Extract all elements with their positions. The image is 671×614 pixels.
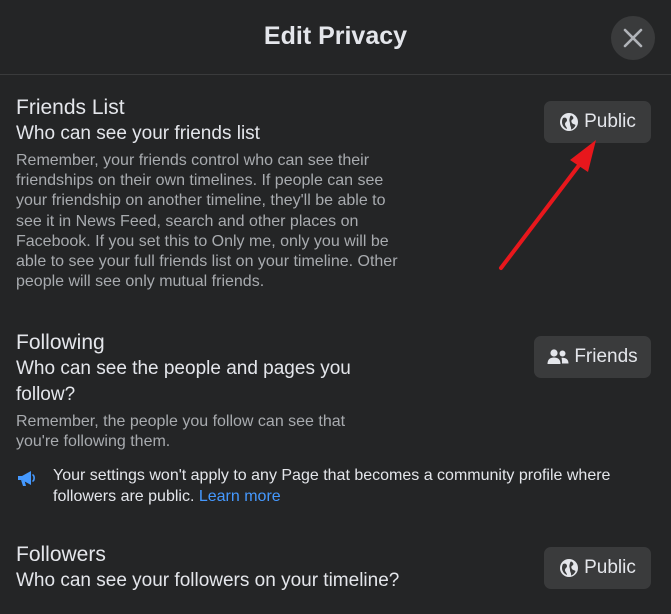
following-subtitle: Who can see the people and pages you fol… (16, 358, 351, 405)
friends-icon (547, 348, 569, 366)
followers-audience-button[interactable]: Public (544, 547, 651, 589)
friends-list-subtitle: Who can see your friends list (16, 123, 260, 144)
friends-list-audience-label: Public (584, 111, 636, 132)
friends-list-description: Remember, your friends control who can s… (16, 152, 398, 291)
dialog-title: Edit Privacy (263, 22, 408, 50)
followers-subtitle: Who can see your followers on your timel… (16, 570, 400, 591)
close-button[interactable] (611, 16, 655, 60)
friends-list-section: Friends List Who can see your friends li… (16, 94, 416, 292)
friends-list-audience-button[interactable]: Public (544, 101, 651, 143)
following-audience-button[interactable]: Friends (534, 336, 651, 378)
friends-list-title: Friends List (16, 96, 125, 119)
close-icon (623, 28, 643, 48)
followers-section: Followers Who can see your followers on … (16, 541, 416, 594)
red-annotation-arrow (499, 140, 596, 270)
dialog-header: Edit Privacy (0, 0, 671, 75)
globe-icon (559, 112, 579, 132)
following-section: Following Who can see the people and pag… (16, 329, 416, 452)
globe-icon (559, 558, 579, 578)
notice-text: Your settings won't apply to any Page th… (53, 467, 611, 505)
megaphone-icon (16, 469, 38, 494)
following-audience-label: Friends (574, 346, 638, 367)
following-description: Remember, the people you follow can see … (16, 413, 346, 451)
following-title: Following (16, 331, 105, 354)
followers-audience-label: Public (584, 557, 636, 578)
learn-more-link[interactable]: Learn more (199, 488, 281, 505)
followers-title: Followers (16, 543, 106, 566)
